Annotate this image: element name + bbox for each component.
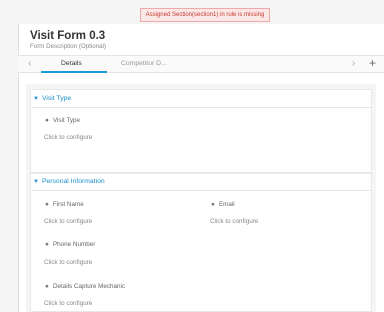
tab-details[interactable]: Details [61, 59, 82, 69]
active-tab-indicator [41, 71, 107, 73]
click-to-configure-link[interactable]: Click to configure [44, 134, 92, 141]
add-tab-icon[interactable]: + [369, 55, 376, 71]
field-phone-number[interactable]: ● Phone Number [45, 241, 95, 248]
section-visit-type [30, 89, 372, 173]
field-email[interactable]: ● Email [211, 201, 235, 208]
field-label: Details Capture Mechanic [52, 283, 126, 290]
click-to-configure-link[interactable]: Click to configure [44, 218, 92, 225]
section-title: Personal Information [41, 178, 105, 185]
click-to-configure-link[interactable]: Click to configure [44, 300, 92, 307]
section-header-visit-type[interactable]: ▼ Visit Type [33, 95, 71, 102]
person-icon: ● [45, 283, 49, 290]
section-divider [30, 190, 372, 191]
person-icon: ● [211, 201, 215, 208]
field-first-name[interactable]: ● First Name [45, 201, 84, 208]
person-icon: ● [45, 241, 49, 248]
section-header-personal-information[interactable]: ▼ Personal Information [33, 178, 105, 185]
field-label: Phone Number [52, 241, 96, 248]
form-title[interactable]: Visit Form 0.3 [30, 30, 105, 42]
section-title: Visit Type [41, 95, 72, 102]
field-label: Email [218, 201, 235, 208]
tab-prev-icon[interactable]: ‹ [28, 57, 31, 71]
tab-next-icon[interactable]: › [352, 57, 355, 71]
person-icon: ● [45, 117, 49, 124]
chevron-down-icon[interactable]: ▼ [33, 96, 39, 102]
person-icon: ● [45, 201, 49, 208]
field-details-capture-mechanic[interactable]: ● Details Capture Mechanic [45, 283, 125, 290]
error-banner: Assigned Section(section1) in rule is mi… [140, 8, 270, 22]
field-visit-type[interactable]: ● Visit Type [45, 117, 80, 124]
click-to-configure-link[interactable]: Click to configure [44, 259, 92, 266]
field-label: Visit Type [52, 117, 81, 124]
chevron-down-icon[interactable]: ▼ [33, 179, 39, 185]
field-label: First Name [52, 201, 84, 208]
section-divider [30, 107, 372, 108]
form-description[interactable]: Form Description (Optional) [30, 43, 106, 50]
click-to-configure-link[interactable]: Click to configure [210, 218, 258, 225]
tab-competitor[interactable]: Competitor D... [121, 59, 167, 69]
